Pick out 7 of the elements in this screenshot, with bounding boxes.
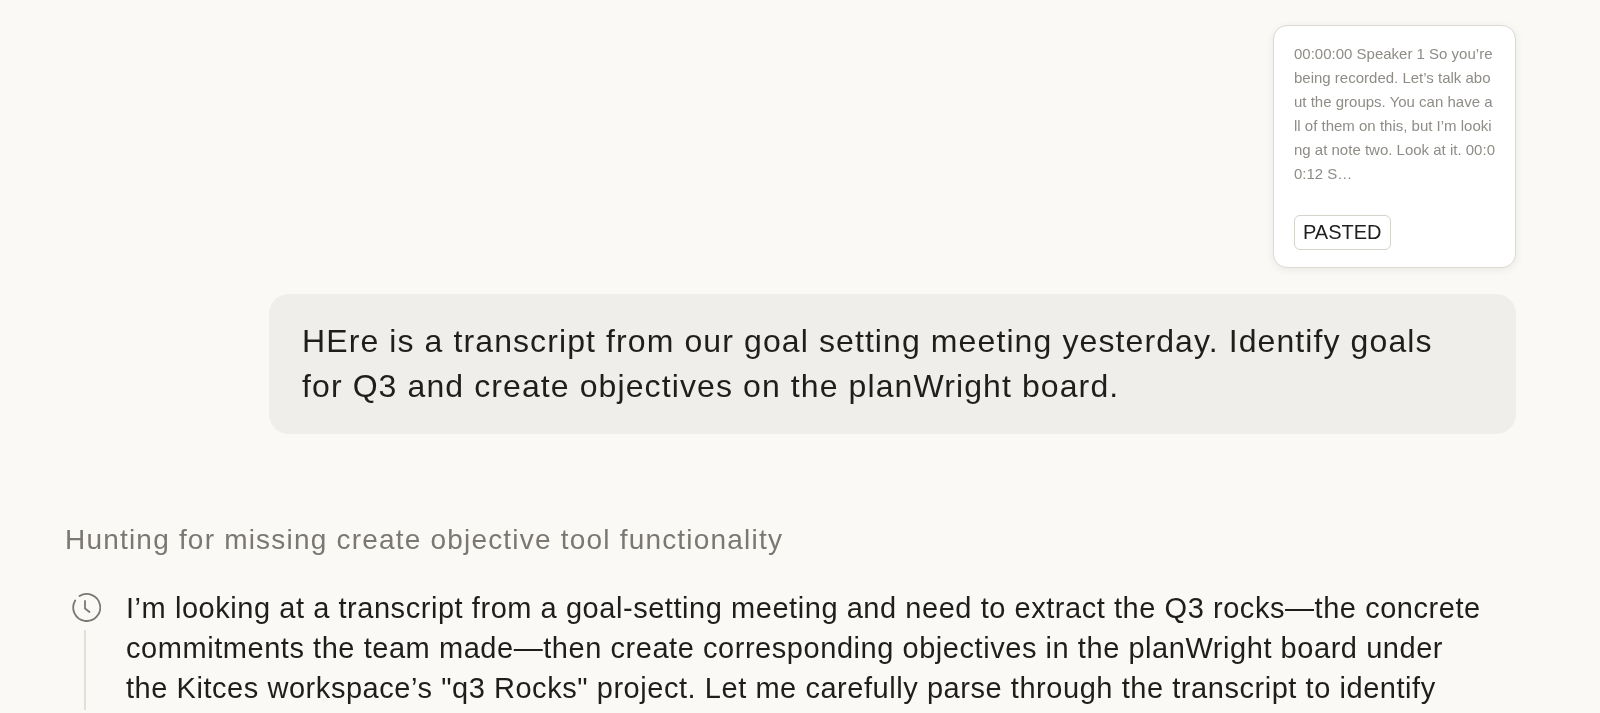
pasted-label: PASTED [1294, 215, 1391, 250]
message-text: HEre is a transcript from our goal setting meeting yesterday. Identify goals for Q3 and create objectives on the planWright board. [302, 322, 1434, 406]
thinking-summary-toggle[interactable]: Hunting for missing create objective tool functionality [65, 522, 784, 558]
pasted-card[interactable]: 00:00:00 Speaker 1 So you’re being recorded. Let’s talk about the groups. You can have all of them on this, but I’m looking at note two. Look at it. 00:00:12 S… PASTED [1273, 25, 1516, 268]
clock-icon [69, 592, 101, 624]
pasted-text-preview: 00:00:00 Speaker 1 So you’re being recorded. Let’s talk about the groups. You can have all of them on this, but I’m looking at note two. Look at it. 00:00:12 S… [1294, 44, 1495, 184]
thinking-text: I’m looking at a transcript from a goal-setting meeting and need to extract the Q3 rocks—the concrete commitments the team made—then create corresponding objectives in the planWright board under the Kitces workspace’s "q3 Rocks" project. Let me carefully parse through the transcript to identify [126, 591, 1482, 706]
